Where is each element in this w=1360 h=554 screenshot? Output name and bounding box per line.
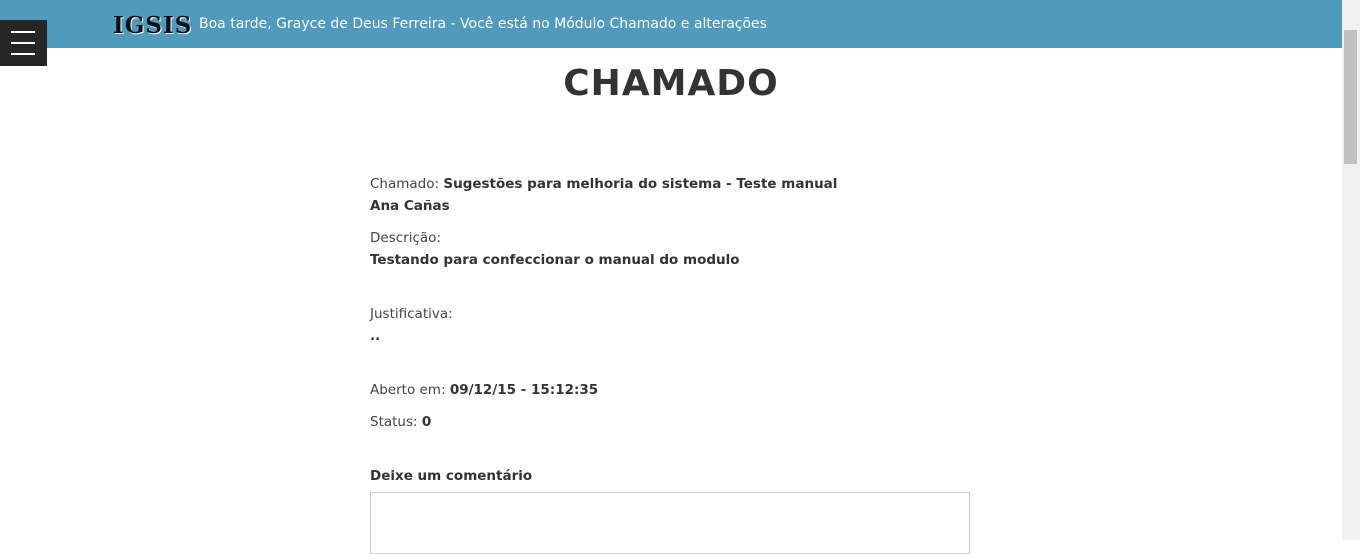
aberto-value: 09/12/15 - 15:12:35 xyxy=(449,382,599,398)
aberto-row: Aberto em: 09/12/15 - 15:12:35 xyxy=(370,380,598,400)
status-row: Status: 0 xyxy=(370,412,431,432)
chamado-value: Sugestões para melhoria do sistema - Tes… xyxy=(443,176,838,192)
comment-label: Deixe um comentário xyxy=(370,468,533,484)
justificativa-label: Justificativa: xyxy=(370,306,453,322)
descricao-label: Descrição: xyxy=(370,230,441,246)
chamado-row: Chamado: Sugestões para melhoria do sist… xyxy=(370,174,837,194)
descricao-value: Testando para confeccionar o manual do m… xyxy=(370,252,740,268)
justificativa-value: .. xyxy=(370,328,381,344)
top-header-bar: IGSIS Boa tarde, Grayce de Deus Ferreira… xyxy=(0,0,1342,48)
status-value: 0 xyxy=(421,414,432,430)
igsis-logo[interactable]: IGSIS xyxy=(113,12,192,40)
comment-textarea[interactable] xyxy=(370,492,970,554)
author-name: Ana Cañas xyxy=(370,198,450,214)
hamburger-menu-icon[interactable] xyxy=(0,20,47,66)
vertical-scrollbar[interactable] xyxy=(1342,0,1360,540)
menu-bar xyxy=(11,31,35,33)
menu-bar xyxy=(11,42,35,44)
scrollbar-thumb[interactable] xyxy=(1344,30,1357,164)
chamado-label: Chamado: xyxy=(370,176,444,192)
menu-bar xyxy=(11,53,35,55)
greeting-text: Boa tarde, Grayce de Deus Ferreira - Voc… xyxy=(199,16,767,32)
aberto-label: Aberto em: xyxy=(370,382,450,398)
status-label: Status: xyxy=(370,414,422,430)
page-title: CHAMADO xyxy=(563,63,779,104)
